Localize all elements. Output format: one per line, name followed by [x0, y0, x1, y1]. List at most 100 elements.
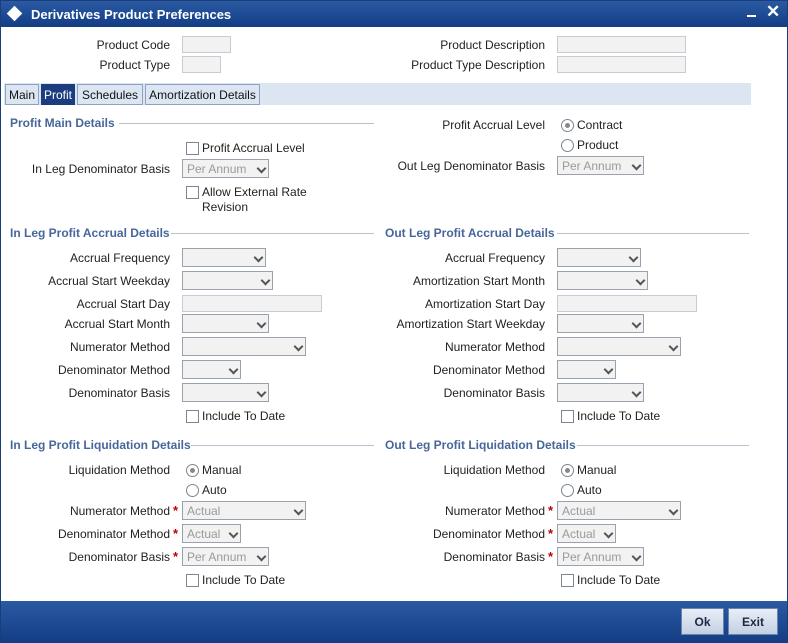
- in-numerator-method-select[interactable]: [182, 337, 306, 356]
- product-description-field[interactable]: [557, 36, 686, 53]
- chevron-down-icon: [631, 551, 642, 562]
- out-denominator-basis-select[interactable]: [557, 383, 644, 402]
- in-leg-denominator-basis-select[interactable]: Per Annum: [182, 159, 269, 178]
- section-divider: [557, 233, 749, 234]
- product-type-label: Product Type: [99, 58, 171, 72]
- out-liq-numerator-method-label: Numerator Method: [444, 504, 545, 518]
- product-description-label: Product Description: [440, 38, 545, 52]
- in-denominator-method-label: Denominator Method: [57, 363, 170, 377]
- in-leg-liquidation-section-title: In Leg Profit Liquidation Details: [10, 438, 191, 452]
- out-include-to-date-label: Include To Date: [577, 409, 661, 423]
- chevron-down-icon: [228, 364, 239, 375]
- in-auto-radio[interactable]: [186, 484, 199, 497]
- in-denominator-basis-label: Denominator Basis: [68, 386, 170, 400]
- out-leg-denominator-basis-select[interactable]: Per Annum: [557, 156, 644, 175]
- chevron-down-icon: [256, 318, 267, 329]
- product-type-description-field[interactable]: [557, 56, 686, 73]
- in-liq-denominator-basis-select[interactable]: Per Annum: [182, 547, 269, 566]
- in-liq-denominator-value: Actual: [187, 527, 221, 541]
- chevron-down-icon: [603, 364, 614, 375]
- out-liq-numerator-method-select[interactable]: Actual: [557, 501, 681, 520]
- in-denominator-method-select[interactable]: [182, 360, 241, 379]
- in-liq-include-to-date-checkbox[interactable]: [186, 574, 199, 587]
- in-liq-numerator-value: Actual: [187, 504, 221, 518]
- out-liq-numerator-value: Actual: [562, 504, 596, 518]
- out-numerator-method-label: Numerator Method: [444, 340, 545, 354]
- tab-strip: Main Profit Schedules Amortization Detai…: [4, 83, 751, 105]
- out-numerator-method-select[interactable]: [557, 337, 681, 356]
- footer-bar: [1, 601, 787, 643]
- product-radio[interactable]: [561, 139, 574, 152]
- in-liq-numerator-method-select[interactable]: Actual: [182, 501, 306, 520]
- in-accrual-start-day-field[interactable]: [182, 295, 322, 312]
- in-liquidation-method-label: Liquidation Method: [68, 463, 170, 477]
- out-liq-include-to-date-checkbox[interactable]: [561, 574, 574, 587]
- chevron-down-icon: [293, 505, 304, 516]
- minimize-icon[interactable]: [747, 15, 756, 17]
- out-liq-denominator-basis-value: Per Annum: [562, 550, 622, 564]
- tab-main[interactable]: Main: [5, 84, 39, 105]
- out-auto-radio[interactable]: [561, 484, 574, 497]
- in-liq-denominator-method-label: Denominator Method: [57, 527, 170, 541]
- chevron-down-icon: [293, 341, 304, 352]
- chevron-down-icon: [228, 528, 239, 539]
- preferences-window: Derivatives Product Preferences ✕ Produc…: [0, 0, 788, 643]
- chevron-down-icon: [668, 341, 679, 352]
- chevron-down-icon: [253, 252, 264, 263]
- in-auto-radio-label: Auto: [202, 483, 227, 497]
- allow-external-rate-revision-checkbox[interactable]: [186, 186, 199, 199]
- chevron-down-icon: [256, 551, 267, 562]
- out-accrual-frequency-select[interactable]: [557, 248, 641, 267]
- out-liq-denominator-method-select[interactable]: Actual: [557, 524, 616, 543]
- out-leg-liquidation-section-title: Out Leg Profit Liquidation Details: [385, 438, 576, 452]
- out-denominator-method-select[interactable]: [557, 360, 616, 379]
- in-liq-denominator-basis-label: Denominator Basis: [68, 550, 170, 564]
- section-divider: [171, 233, 374, 234]
- in-accrual-start-weekday-label: Accrual Start Weekday: [48, 274, 170, 288]
- in-accrual-start-weekday-select[interactable]: [182, 271, 273, 290]
- tab-profit[interactable]: Profit: [41, 84, 75, 105]
- chevron-down-icon: [631, 160, 642, 171]
- in-denominator-basis-select[interactable]: [182, 383, 269, 402]
- profit-accrual-level-checkbox-label: Profit Accrual Level: [202, 141, 305, 155]
- ok-button[interactable]: Ok: [681, 608, 724, 635]
- out-amortization-start-weekday-select[interactable]: [557, 314, 644, 333]
- profit-accrual-level-checkbox[interactable]: [186, 142, 199, 155]
- in-accrual-frequency-select[interactable]: [182, 248, 266, 267]
- chevron-down-icon: [668, 505, 679, 516]
- section-divider: [119, 123, 374, 124]
- out-amortization-start-day-label: Amortization Start Day: [424, 297, 545, 311]
- close-icon[interactable]: ✕: [766, 3, 780, 21]
- tab-schedules[interactable]: Schedules: [77, 84, 143, 105]
- chevron-down-icon: [628, 252, 639, 263]
- contract-radio[interactable]: [561, 119, 574, 132]
- out-auto-radio-label: Auto: [577, 483, 602, 497]
- out-amortization-start-day-field[interactable]: [557, 295, 697, 312]
- out-accrual-frequency-label: Accrual Frequency: [444, 251, 545, 265]
- tab-amortization-details[interactable]: Amortization Details: [145, 84, 260, 105]
- in-liq-denominator-method-select[interactable]: Actual: [182, 524, 241, 543]
- product-code-field[interactable]: [182, 36, 231, 53]
- chevron-down-icon: [631, 387, 642, 398]
- exit-button[interactable]: Exit: [728, 608, 778, 635]
- allow-external-rate-label-line2: Revision: [202, 200, 249, 214]
- out-liq-denominator-basis-select[interactable]: Per Annum: [557, 547, 644, 566]
- required-marker: *: [548, 549, 554, 564]
- out-amortization-start-month-select[interactable]: [557, 271, 648, 290]
- out-leg-denominator-basis-value: Per Annum: [562, 159, 622, 173]
- product-code-label: Product Code: [96, 38, 170, 52]
- out-amortization-start-weekday-label: Amortization Start Weekday: [396, 317, 545, 331]
- in-leg-denominator-basis-label: In Leg Denominator Basis: [31, 162, 170, 176]
- out-denominator-method-label: Denominator Method: [432, 363, 545, 377]
- out-manual-radio[interactable]: [561, 464, 574, 477]
- profit-main-section-title: Profit Main Details: [10, 116, 115, 130]
- in-accrual-start-month-select[interactable]: [182, 314, 269, 333]
- product-type-field[interactable]: [182, 56, 221, 73]
- required-marker: *: [173, 526, 179, 541]
- out-liq-include-to-date-label: Include To Date: [577, 573, 661, 587]
- in-manual-radio[interactable]: [186, 464, 199, 477]
- required-marker: *: [173, 549, 179, 564]
- out-include-to-date-checkbox[interactable]: [561, 410, 574, 423]
- in-leg-denominator-basis-value: Per Annum: [187, 162, 247, 176]
- in-include-to-date-checkbox[interactable]: [186, 410, 199, 423]
